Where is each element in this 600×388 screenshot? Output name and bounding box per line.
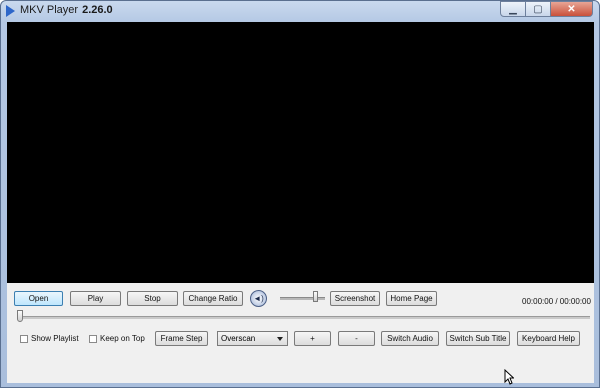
plus-button[interactable]: + <box>294 331 331 346</box>
dropdown-arrow-icon <box>277 337 283 341</box>
volume-slider-track[interactable] <box>280 297 325 300</box>
app-version: 2.26.0 <box>82 4 113 16</box>
frame-step-button[interactable]: Frame Step <box>155 331 208 346</box>
volume-slider-thumb[interactable] <box>313 291 318 302</box>
checkbox-box[interactable] <box>89 334 97 343</box>
mkv-player-window: MKV Player 2.26.0 ▁ ▢ ✕ Open Play Stop Ch… <box>0 0 600 388</box>
minimize-icon: ▁ <box>509 3 517 15</box>
keep-on-top-label: Keep on Top <box>100 334 145 343</box>
open-button[interactable]: Open <box>14 291 63 306</box>
speaker-icon: ◄) <box>253 294 264 303</box>
maximize-icon: ▢ <box>533 3 543 15</box>
home-page-button[interactable]: Home Page <box>386 291 437 306</box>
mouse-cursor-icon <box>504 369 514 385</box>
stop-button[interactable]: Stop <box>127 291 178 306</box>
switch-sub-title-button[interactable]: Switch Sub Title <box>446 331 510 346</box>
checkbox-box[interactable] <box>20 334 28 343</box>
minus-button[interactable]: - <box>338 331 375 346</box>
minimize-button[interactable]: ▁ <box>500 1 526 17</box>
display-mode-value: Overscan <box>221 334 256 343</box>
change-ratio-button[interactable]: Change Ratio <box>183 291 243 306</box>
screenshot-button[interactable]: Screenshot <box>330 291 380 306</box>
window-title: MKV Player 2.26.0 <box>20 4 113 16</box>
app-name: MKV Player <box>20 4 79 16</box>
time-display: 00:00:00 / 00:00:00 <box>522 297 591 306</box>
volume-icon[interactable]: ◄) <box>250 290 267 307</box>
seek-bar-track[interactable] <box>17 316 590 319</box>
play-button[interactable]: Play <box>70 291 121 306</box>
keyboard-help-button[interactable]: Keyboard Help <box>517 331 580 346</box>
close-button[interactable]: ✕ <box>551 1 593 17</box>
window-controls: ▁ ▢ ✕ <box>500 1 593 18</box>
switch-audio-button[interactable]: Switch Audio <box>381 331 439 346</box>
title-bar[interactable]: MKV Player 2.26.0 ▁ ▢ ✕ <box>1 1 599 21</box>
control-panel: Open Play Stop Change Ratio ◄) Screensho… <box>7 283 594 383</box>
seek-bar-thumb[interactable] <box>17 310 23 322</box>
close-icon: ✕ <box>567 3 576 15</box>
keep-on-top-checkbox[interactable]: Keep on Top <box>89 334 145 343</box>
display-mode-select[interactable]: Overscan <box>217 331 288 346</box>
video-display[interactable] <box>7 22 594 283</box>
show-playlist-checkbox[interactable]: Show Playlist <box>20 334 79 343</box>
play-logo-icon <box>6 5 15 17</box>
show-playlist-label: Show Playlist <box>31 334 79 343</box>
maximize-button[interactable]: ▢ <box>526 1 551 17</box>
